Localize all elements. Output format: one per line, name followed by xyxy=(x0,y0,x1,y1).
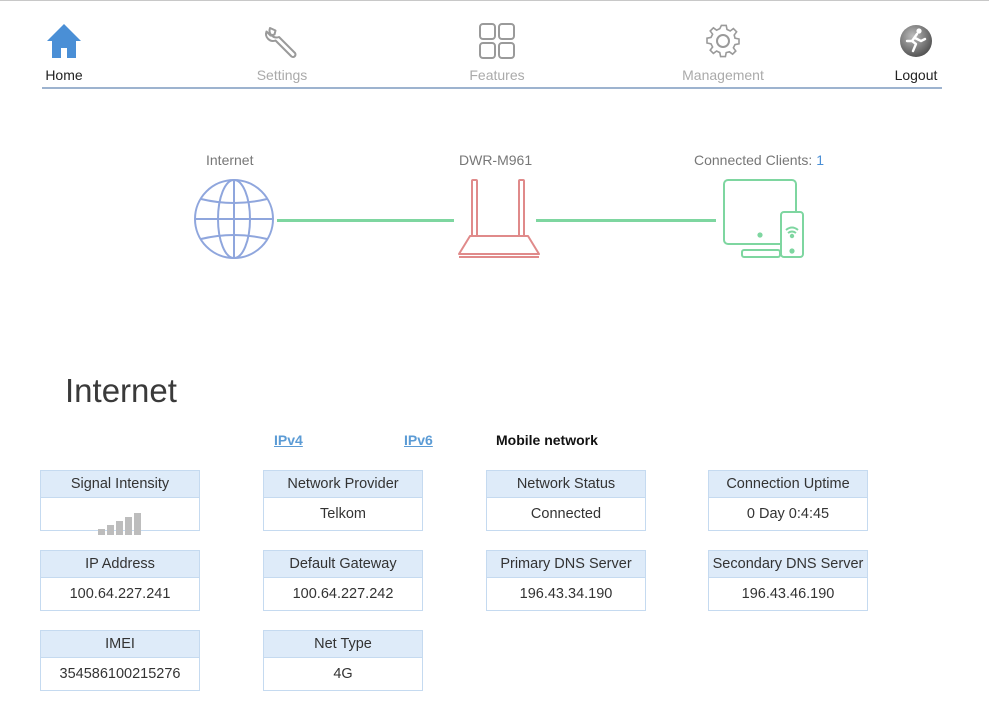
nav-logout[interactable]: Logout xyxy=(861,20,971,83)
tab-ipv4[interactable]: IPv4 xyxy=(274,432,303,448)
router-clients-link xyxy=(536,219,716,222)
card-default-gateway: Default Gateway 100.64.227.242 xyxy=(263,550,423,611)
card-net-type-label: Net Type xyxy=(264,631,422,658)
card-primary-dns: Primary DNS Server 196.43.34.190 xyxy=(486,550,646,611)
nav-home[interactable]: Home xyxy=(9,20,119,83)
card-connection-uptime-value: 0 Day 0:4:45 xyxy=(746,506,830,522)
card-signal-intensity: Signal Intensity xyxy=(40,470,200,536)
globe-icon[interactable] xyxy=(192,177,276,261)
card-connection-uptime: Connection Uptime 0 Day 0:4:45 xyxy=(708,470,868,531)
section-title: Internet xyxy=(65,372,177,409)
card-network-status: Network Status Connected xyxy=(486,470,646,531)
home-icon xyxy=(47,24,81,58)
grid-icon xyxy=(479,23,515,59)
signal-bar xyxy=(106,525,114,536)
nav-divider xyxy=(42,87,942,89)
router-label: DWR-M961 xyxy=(459,152,533,168)
card-signal-intensity-label: Signal Intensity xyxy=(41,471,199,498)
card-imei-value: 354586100215276 xyxy=(59,666,181,682)
card-network-provider-label: Network Provider xyxy=(264,471,422,498)
connected-clients-text: Connected Clients: xyxy=(694,152,817,168)
internet-router-link xyxy=(277,219,454,222)
gear-icon xyxy=(706,24,740,58)
signal-bars-icon xyxy=(97,503,143,536)
tab-ipv6[interactable]: IPv6 xyxy=(404,432,433,448)
card-primary-dns-label: Primary DNS Server xyxy=(487,551,645,578)
signal-bar xyxy=(133,513,141,536)
card-signal-intensity-value xyxy=(41,498,199,536)
top-navigation: Home Settings Features Management Logout xyxy=(0,0,989,90)
card-primary-dns-value: 196.43.34.190 xyxy=(519,586,613,602)
signal-bar xyxy=(115,521,123,536)
card-network-provider: Network Provider Telkom xyxy=(263,470,423,531)
internet-label: Internet xyxy=(206,152,254,168)
card-network-status-label: Network Status xyxy=(487,471,645,498)
card-network-status-value: Connected xyxy=(530,506,602,522)
card-ip-address: IP Address 100.64.227.241 xyxy=(40,550,200,611)
nav-management-label: Management xyxy=(682,67,764,83)
wrench-icon xyxy=(265,27,297,58)
nav-features-label: Features xyxy=(469,67,525,83)
connected-clients-count[interactable]: 1 xyxy=(816,152,824,168)
nav-logout-label: Logout xyxy=(894,67,938,83)
card-secondary-dns-value: 196.43.46.190 xyxy=(741,586,835,602)
signal-bar xyxy=(124,517,132,536)
logout-icon xyxy=(900,25,932,57)
card-connection-uptime-label: Connection Uptime xyxy=(709,471,867,498)
router-icon[interactable] xyxy=(456,176,542,262)
nav-home-label: Home xyxy=(45,67,83,83)
card-net-type: Net Type 4G xyxy=(263,630,423,691)
nav-features[interactable]: Features xyxy=(442,20,552,83)
nav-settings-label: Settings xyxy=(256,67,308,83)
clients-devices-icon[interactable] xyxy=(720,177,808,263)
card-imei: IMEI 354586100215276 xyxy=(40,630,200,691)
card-network-provider-value: Telkom xyxy=(320,506,366,522)
nav-settings[interactable]: Settings xyxy=(227,20,337,83)
card-secondary-dns-label: Secondary DNS Server xyxy=(709,551,867,578)
card-ip-address-value: 100.64.227.241 xyxy=(69,586,171,602)
card-ip-address-label: IP Address xyxy=(41,551,199,578)
tab-mobile-network[interactable]: Mobile network xyxy=(496,432,598,448)
nav-management[interactable]: Management xyxy=(668,20,778,83)
signal-bar xyxy=(97,529,105,536)
card-default-gateway-value: 100.64.227.242 xyxy=(292,586,394,602)
card-net-type-value: 4G xyxy=(333,666,353,682)
card-secondary-dns: Secondary DNS Server 196.43.46.190 xyxy=(708,550,868,611)
card-imei-label: IMEI xyxy=(41,631,199,658)
connected-clients-label: Connected Clients: 1 xyxy=(694,152,824,168)
card-default-gateway-label: Default Gateway xyxy=(264,551,422,578)
